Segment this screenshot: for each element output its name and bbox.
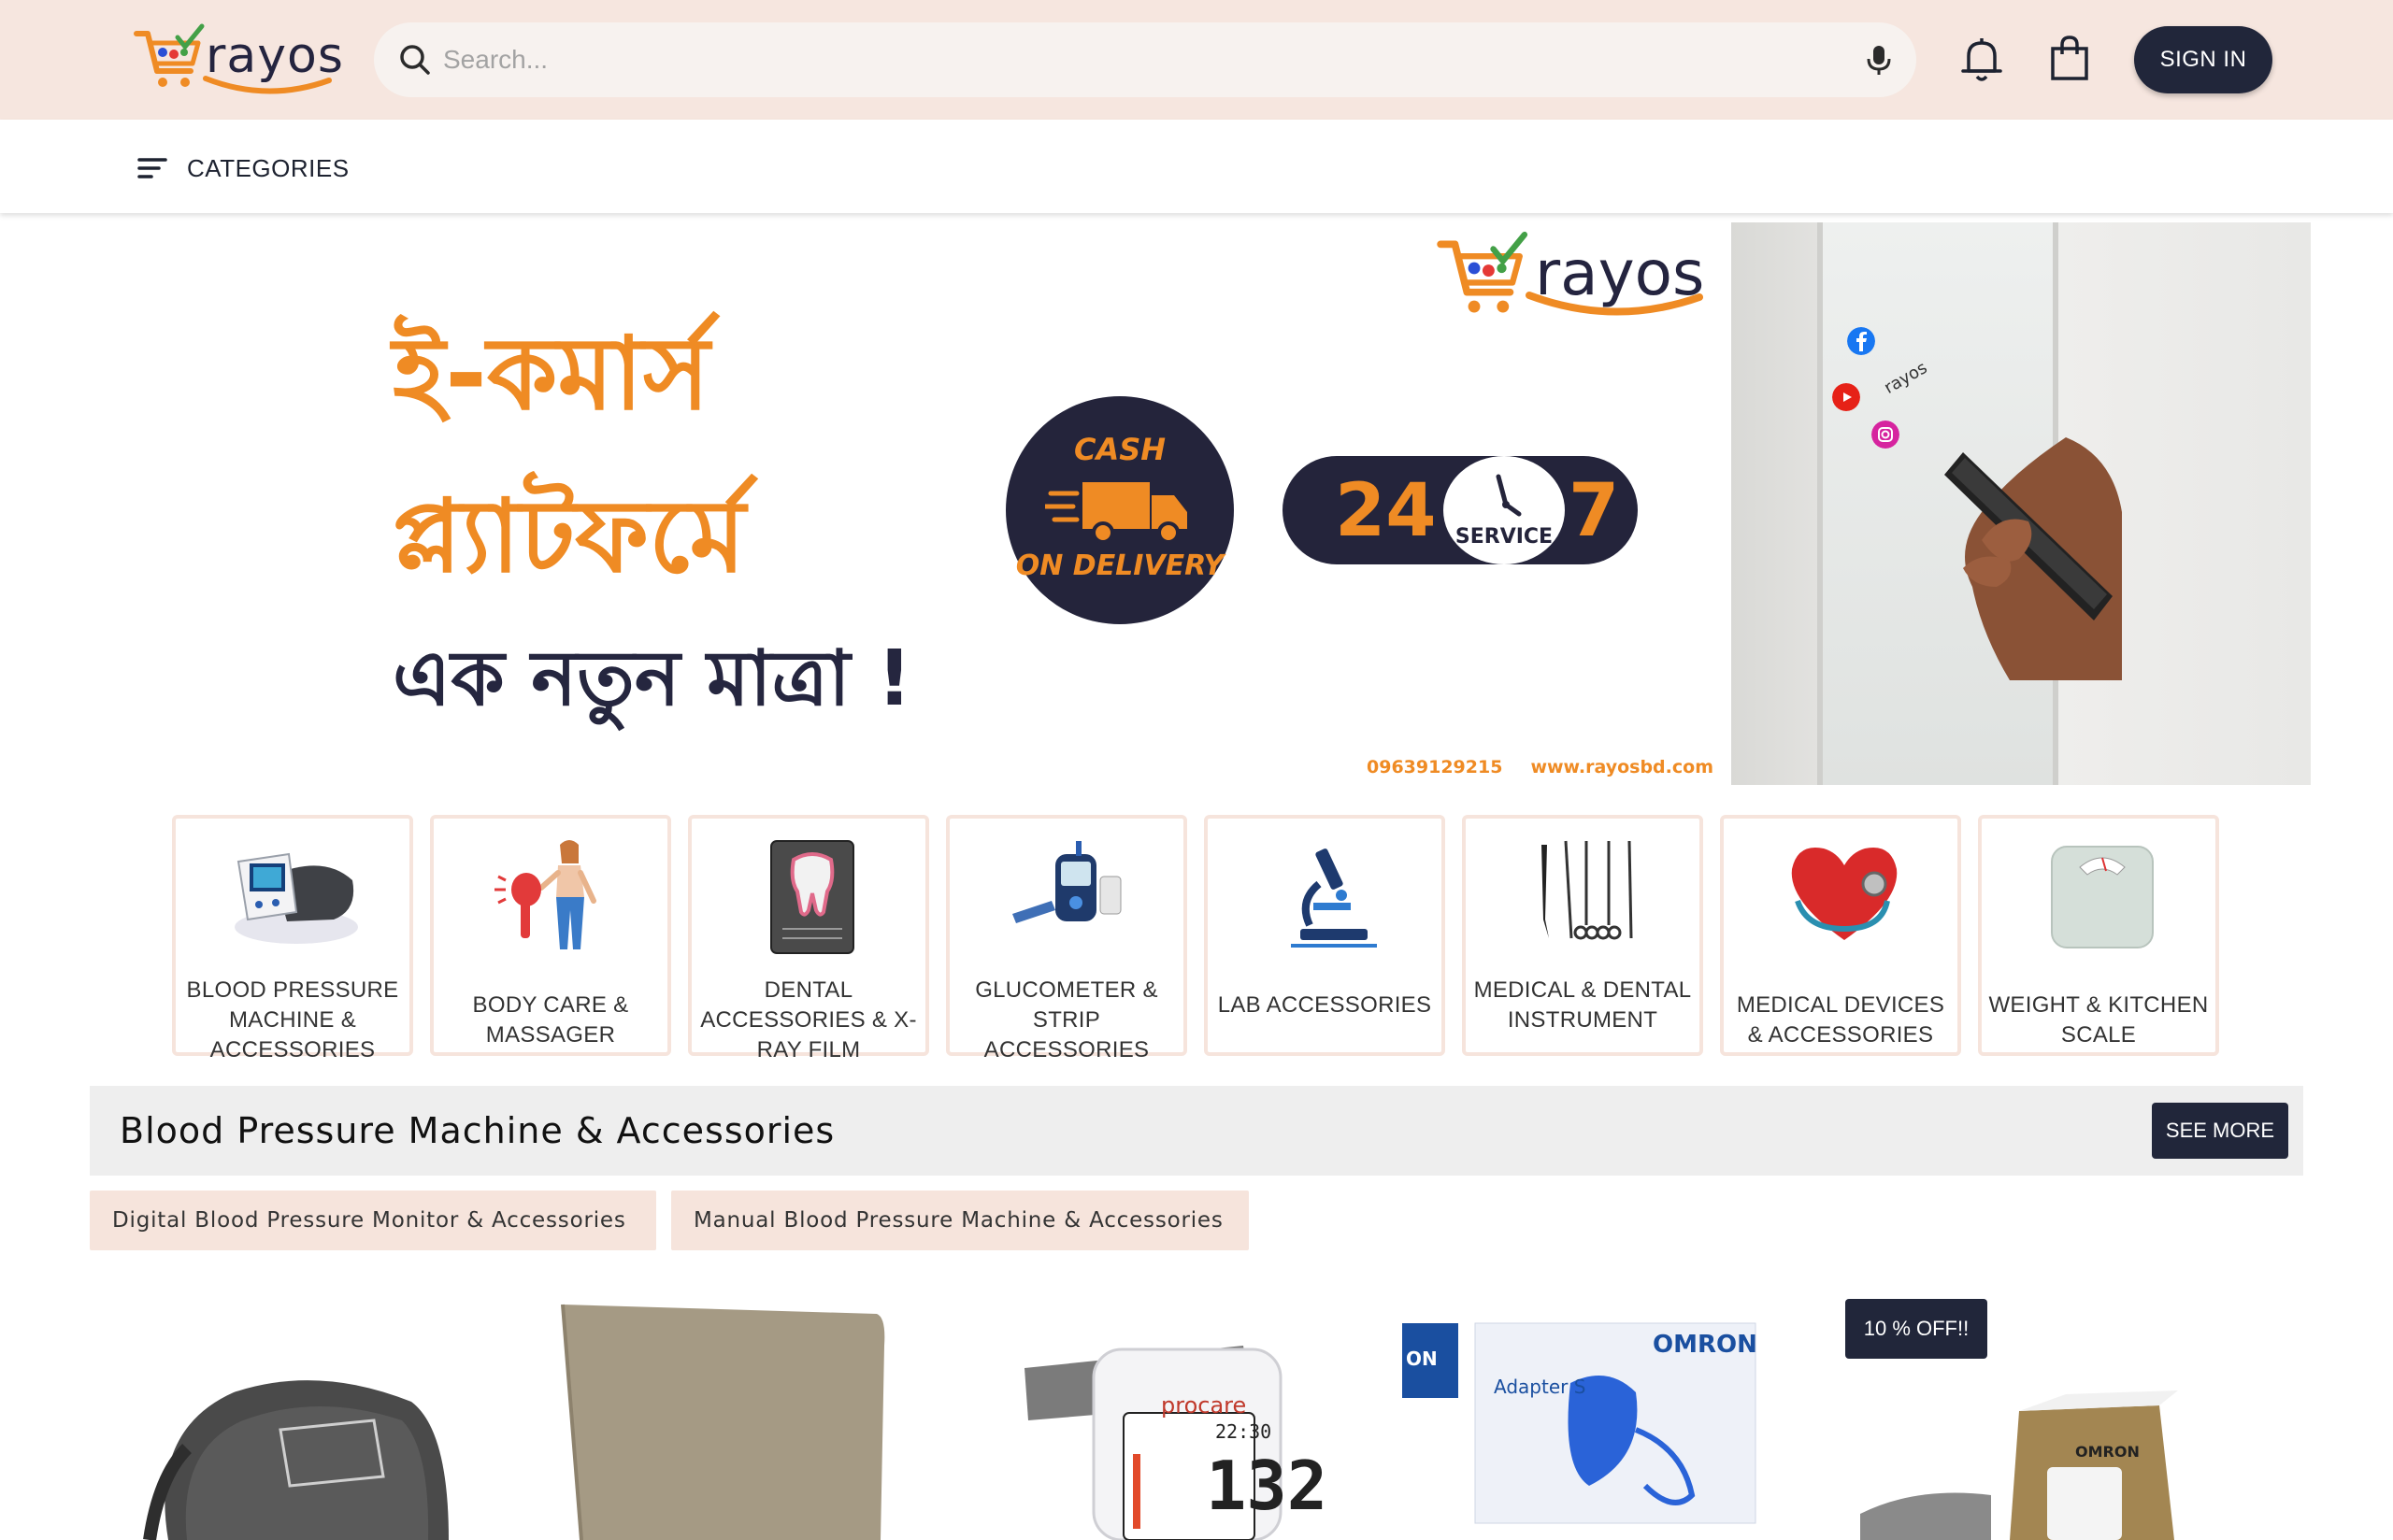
cash-on-delivery-badge: CASH ON DELIVERY	[1006, 396, 1234, 624]
subcategory-chip-digital[interactable]: Digital Blood Pressure Monitor & Accesso…	[90, 1191, 656, 1250]
see-more-button[interactable]: SEE MORE	[2152, 1103, 2288, 1159]
category-label: WEIGHT & KITCHEN SCALE	[1988, 992, 2209, 1048]
notification-bell-icon[interactable]	[1959, 36, 2004, 84]
category-tile-medical-devices[interactable]: MEDICAL DEVICES & ACCESSORIES	[1720, 815, 1961, 1056]
category-label: GLUCOMETER & STRIP ACCESSORIES	[975, 977, 1158, 1062]
bp-cuff-image	[143, 1380, 449, 1540]
category-tile-instruments[interactable]: MEDICAL & DENTAL INSTRUMENT	[1462, 815, 1703, 1056]
section-header: Blood Pressure Machine & Accessories SEE…	[90, 1086, 2303, 1176]
logo-swoosh-icon	[203, 76, 332, 94]
section-title: Blood Pressure Machine & Accessories	[120, 1110, 836, 1151]
product-screen-value: 132	[1206, 1447, 1327, 1525]
product-card-3[interactable]: procare 22:30 132	[1019, 1290, 1327, 1540]
category-label: DENTAL ACCESSORIES & X- RAY FILM	[700, 977, 917, 1062]
search-bar	[374, 22, 1916, 97]
product-name: Adapter S	[1494, 1376, 1586, 1398]
search-icon[interactable]	[396, 41, 434, 78]
logo-swoosh-icon	[1526, 292, 1703, 316]
banner-headline-2: প্ল্যাটফর্মে	[393, 478, 746, 595]
banner-headline-1: ই-কমার্স	[393, 316, 710, 433]
category-tile-blood-pressure[interactable]: BLOOD PRESSURE MACHINE & ACCESSORIES	[172, 815, 413, 1062]
banner-contact: 09639129215 www.rayosbd.com	[1367, 757, 1713, 777]
cart-logo-icon	[1437, 231, 1528, 313]
rayos-logo[interactable]: rayos	[133, 22, 343, 95]
delivery-truck-icon	[1045, 482, 1187, 544]
sign-in-button[interactable]: SIGN IN	[2134, 26, 2272, 93]
dental-xray-image	[770, 840, 854, 954]
omron-bp-monitor-box-image	[1860, 1390, 2178, 1540]
shopping-bag-icon[interactable]	[2047, 34, 2092, 82]
phone-brand-text: rayos	[1881, 358, 1931, 398]
omron-adapter-box-image	[1402, 1322, 1756, 1524]
banner-photo-panel: rayos	[1731, 222, 2311, 785]
cash-label: CASH	[1073, 432, 1167, 467]
service-label: SERVICE	[1454, 525, 1554, 549]
phone-number: 09639129215	[1367, 757, 1503, 777]
category-label: BODY CARE & MASSAGER	[472, 992, 629, 1048]
product-card-5[interactable]: OMRON	[1860, 1290, 2197, 1540]
medical-instruments-image	[1541, 840, 1633, 940]
door-photo: rayos	[1817, 222, 2122, 785]
service-clock: SERVICE	[1443, 456, 1565, 564]
microscope-image	[1291, 848, 1377, 948]
category-tiles: BLOOD PRESSURE MACHINE & ACCESSORIES BOD…	[172, 815, 2219, 1062]
category-label: BLOOD PRESSURE MACHINE & ACCESSORIES	[186, 977, 399, 1062]
heart-stethoscope-image	[1791, 847, 1898, 940]
product-card-4[interactable]: ON OMRON Adapter S	[1402, 1290, 1757, 1540]
service-24-label: 24	[1335, 469, 1437, 553]
on-delivery-label: ON DELIVERY	[1015, 549, 1225, 582]
service-7-label: 7	[1569, 469, 1620, 553]
category-tile-weight-scale[interactable]: WEIGHT & KITCHEN SCALE	[1978, 815, 2219, 1056]
product-card-2[interactable]	[559, 1290, 933, 1540]
product-card-1[interactable]	[131, 1290, 505, 1540]
product-screen-time: 22:30	[1215, 1420, 1272, 1443]
weight-scale-image	[2051, 846, 2154, 948]
product-brand: OMRON	[1653, 1331, 1757, 1359]
banner-logo: rayos	[1436, 230, 1707, 327]
category-tile-dental[interactable]: DENTAL ACCESSORIES & X- RAY FILM	[688, 815, 929, 1062]
category-label: MEDICAL & DENTAL INSTRUMENT	[1473, 977, 1692, 1033]
glucometer-image	[1012, 841, 1122, 923]
blood-pressure-monitor-image	[235, 852, 358, 944]
category-tile-glucometer[interactable]: GLUCOMETER & STRIP ACCESSORIES	[946, 815, 1187, 1062]
hero-banner[interactable]: ই-কমার্স প্ল্যাটফর্মে এক নতুন মাত্রা ! C…	[0, 222, 2393, 785]
banner-headline-3: এক নতুন মাত্রা !	[393, 635, 912, 723]
body-massager-image	[494, 840, 596, 949]
search-input[interactable]	[443, 22, 1845, 97]
menu-icon	[137, 158, 167, 178]
product-brand: OMRON	[2075, 1443, 2140, 1461]
subcategory-chip-manual[interactable]: Manual Blood Pressure Machine & Accessor…	[671, 1191, 1249, 1250]
youtube-icon	[1832, 383, 1860, 411]
category-label: LAB ACCESSORIES	[1217, 992, 1432, 1018]
product-side-tag: ON	[1406, 1348, 1438, 1370]
category-label: MEDICAL DEVICES & ACCESSORIES	[1736, 992, 1945, 1048]
clock-hands-icon	[1496, 474, 1522, 517]
bp-cuff-cloth-image	[561, 1304, 885, 1540]
hand-with-phone-image	[1944, 437, 2122, 680]
category-tile-body-care[interactable]: BODY CARE & MASSAGER	[430, 815, 671, 1056]
banner-main-panel: ই-কমার্স প্ল্যাটফর্মে এক নতুন মাত্রা ! C…	[0, 222, 1731, 785]
cart-logo-icon	[134, 23, 205, 87]
categories-label: CATEGORIES	[187, 153, 350, 182]
top-header: rayos SIGN IN	[0, 0, 2393, 120]
product-brand: procare	[1161, 1392, 1247, 1419]
instagram-icon	[1871, 421, 1899, 449]
categories-menu[interactable]: CATEGORIES	[136, 151, 350, 185]
category-tile-lab[interactable]: LAB ACCESSORIES	[1204, 815, 1445, 1056]
service-24-7-badge: 24 SERVICE 7	[1282, 456, 1638, 564]
category-nav-bar: CATEGORIES	[0, 120, 2393, 213]
microphone-icon[interactable]	[1862, 43, 1896, 77]
facebook-icon	[1847, 327, 1875, 355]
website-url: www.rayosbd.com	[1530, 757, 1713, 777]
